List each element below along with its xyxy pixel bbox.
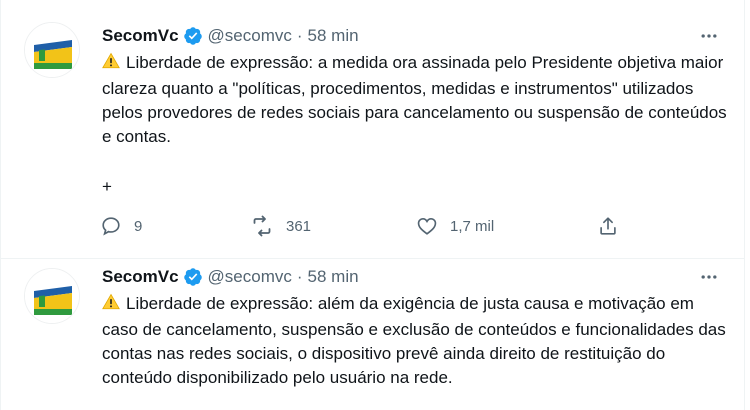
retweet-icon: [253, 215, 271, 237]
warning-sign-icon: [102, 52, 120, 77]
tweet-text-content: Liberdade de expressão: além da exigênci…: [102, 294, 726, 387]
share-icon: [600, 217, 616, 235]
display-name[interactable]: SecomVc: [102, 26, 179, 46]
timeline-right-border: [744, 0, 745, 410]
tweet-header: SecomVc @secomvc · 58 min: [102, 265, 359, 289]
tweet[interactable]: SecomVc @secomvc · 58 min Liberdade de e…: [0, 0, 744, 259]
retweet-button[interactable]: 361: [250, 213, 311, 239]
warning-sign-icon: [102, 293, 120, 318]
verified-badge-icon: [183, 26, 203, 46]
tweet-text-content: Liberdade de expressão: a medida ora ass…: [102, 53, 727, 146]
retweet-count: 361: [286, 217, 312, 235]
tweet-header: SecomVc @secomvc · 58 min: [102, 24, 359, 48]
user-handle[interactable]: @secomvc: [208, 267, 292, 287]
secom-logo-icon: [25, 23, 79, 77]
reply-icon: [102, 217, 120, 236]
separator-dot: ·: [296, 267, 303, 286]
reply-count: 9: [134, 217, 143, 235]
tweet-actions: 9 361 1,7 mil: [100, 213, 640, 239]
tweet-text: Liberdade de expressão: além da exigênci…: [102, 292, 732, 390]
reply-button[interactable]: 9: [100, 213, 142, 239]
tweet[interactable]: SecomVc @secomvc · 58 min Liberdade de e…: [0, 259, 744, 410]
verified-badge-icon: [183, 267, 203, 287]
secom-logo-icon: [25, 269, 79, 323]
user-handle[interactable]: @secomvc: [208, 26, 292, 46]
avatar[interactable]: [24, 22, 80, 78]
share-button[interactable]: [597, 213, 619, 239]
timestamp[interactable]: 58 min: [308, 26, 359, 46]
more-options-icon[interactable]: [697, 24, 721, 48]
separator-dot: ·: [296, 26, 303, 45]
avatar[interactable]: [24, 268, 80, 324]
more-options-icon[interactable]: [697, 265, 721, 289]
like-icon: [417, 218, 437, 235]
timestamp[interactable]: 58 min: [308, 267, 359, 287]
thread-continuation-marker: +: [102, 177, 112, 196]
like-button[interactable]: 1,7 mil: [416, 213, 494, 239]
tweet-text: Liberdade de expressão: a medida ora ass…: [102, 51, 732, 149]
display-name[interactable]: SecomVc: [102, 267, 179, 287]
like-count: 1,7 mil: [450, 217, 495, 235]
